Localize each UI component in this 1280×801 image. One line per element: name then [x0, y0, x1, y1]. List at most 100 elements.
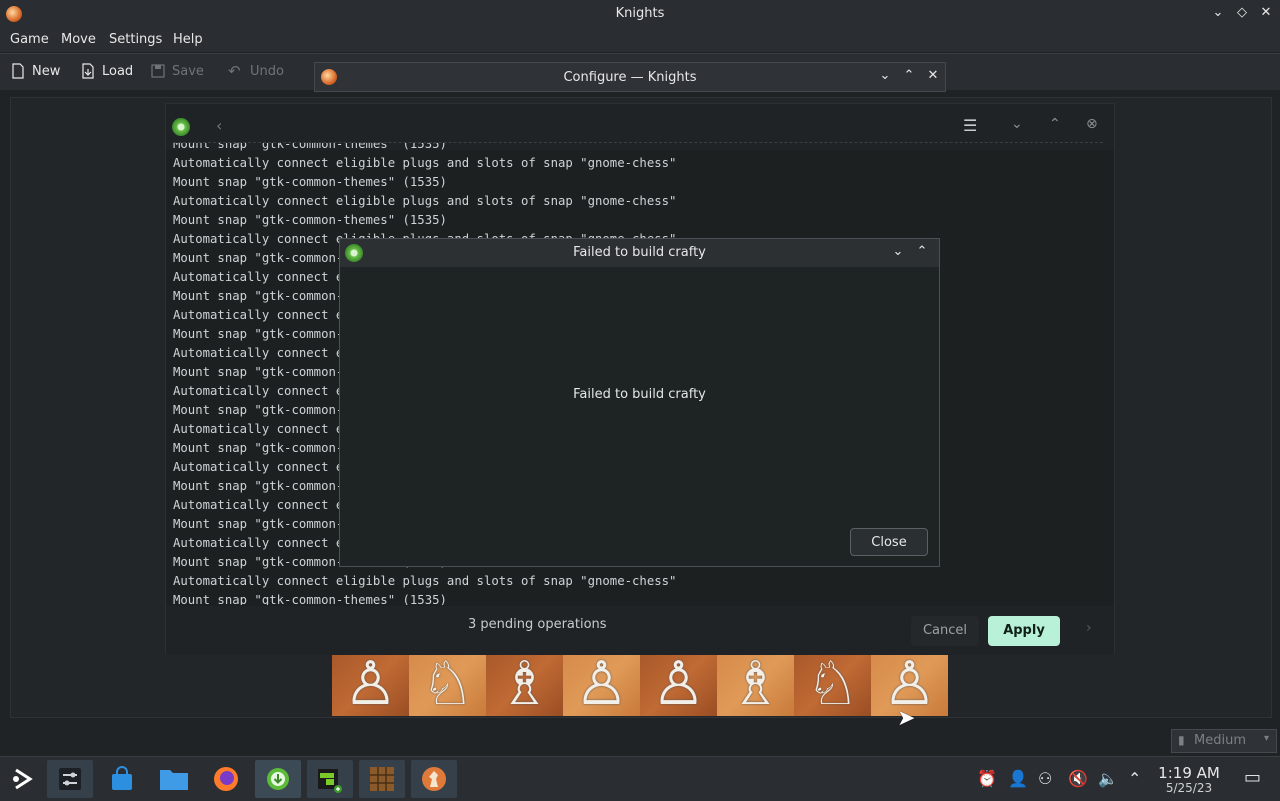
clock-date[interactable]: 5/25/23	[1153, 781, 1225, 795]
board-square[interactable]: ♘	[409, 652, 486, 716]
menu-help[interactable]: Help	[173, 32, 203, 47]
menu-bar: Game Move Settings Help	[0, 28, 1280, 52]
white-pawn-piece[interactable]: ♙	[652, 652, 706, 716]
block-game-icon	[318, 769, 342, 793]
minimize-icon[interactable]: ⌄	[877, 68, 893, 83]
apply-button[interactable]: Apply	[988, 616, 1060, 646]
pending-operations-label: 3 pending operations	[468, 617, 607, 632]
configure-window-title: Configure — Knights	[563, 70, 697, 85]
clock-time[interactable]: 1:19 AM	[1153, 764, 1225, 782]
back-arrow-icon[interactable]: ‹	[216, 116, 222, 135]
load-button[interactable]: Load	[80, 63, 133, 79]
board-square[interactable]: ♗	[486, 652, 563, 716]
taskbar: ⏰ 👤 ⚇ 🔇 🔈 ⌃ 1:19 AM 5/25/23 ▭	[0, 756, 1280, 801]
minimize-icon[interactable]: ⌄	[1011, 116, 1023, 132]
new-button[interactable]: New	[10, 63, 60, 79]
board-square[interactable]: ♙	[332, 652, 409, 716]
new-label: New	[32, 63, 61, 79]
close-icon[interactable]: ⊗	[1086, 116, 1098, 132]
knights-titlebar: Knights ⌄ ◇ ✕	[0, 0, 1280, 28]
white-bishop-piece[interactable]: ♗	[729, 652, 783, 716]
log-footer: 3 pending operations Cancel Apply ›	[166, 606, 1114, 655]
settings-sliders-icon	[59, 768, 81, 790]
white-knight-piece[interactable]: ♘	[806, 652, 860, 716]
undo-label: Undo	[250, 63, 284, 79]
configure-window-titlebar: Configure — Knights ⌄ ⌃ ✕	[314, 62, 946, 92]
show-desktop-icon[interactable]: ▭	[1244, 767, 1261, 788]
dialog-title: Failed to build crafty	[573, 245, 706, 260]
window-title: Knights	[615, 6, 665, 21]
crafting-table-icon	[370, 767, 394, 791]
save-icon	[151, 64, 165, 78]
taskbar-crafting-table[interactable]	[359, 760, 405, 798]
save-label: Save	[172, 63, 204, 79]
menu-move[interactable]: Move	[61, 32, 96, 47]
taskbar-discover-running[interactable]	[255, 760, 301, 798]
board-square[interactable]: ♗	[717, 652, 794, 716]
download-icon	[267, 768, 289, 790]
white-pawn-piece[interactable]: ♙	[344, 652, 398, 716]
log-line: Mount snap "gtk-common-themes" (1535)	[173, 142, 447, 151]
taskbar-knights[interactable]	[411, 760, 457, 798]
log-line: Mount snap "gtk-common-themes" (1535)	[173, 213, 447, 227]
taskbar-system-settings[interactable]	[47, 760, 93, 798]
log-line: Automatically connect eligible plugs and…	[173, 574, 677, 588]
menu-game[interactable]: Game	[10, 32, 49, 47]
menu-settings[interactable]: Settings	[109, 32, 162, 47]
board-square[interactable]: ♘	[794, 652, 871, 716]
board-square[interactable]: ♙	[563, 652, 640, 716]
new-document-icon	[12, 63, 24, 79]
hamburger-menu-icon[interactable]: ☰	[963, 116, 977, 135]
taskbar-firefox[interactable]	[203, 760, 249, 798]
chevron-up-icon[interactable]: ⌃	[1128, 769, 1141, 788]
notifications-bell-icon[interactable]: ⏰	[977, 769, 997, 788]
load-label: Load	[102, 63, 134, 79]
log-line: Mount snap "gtk-common-themes" (1535)	[173, 175, 447, 189]
launcher-icon	[13, 768, 33, 790]
maximize-icon[interactable]: ⌃	[914, 244, 930, 259]
volume-muted-icon[interactable]: 🔇	[1068, 769, 1088, 788]
minimize-icon[interactable]: ⌄	[890, 244, 906, 259]
close-icon[interactable]: ✕	[1258, 5, 1274, 20]
forward-arrow-icon[interactable]: ›	[1086, 620, 1092, 636]
shopping-bag-icon	[112, 766, 132, 790]
chevron-down-icon: ▾	[1264, 733, 1270, 744]
undo-icon: ↶	[228, 62, 241, 80]
knights-icon	[422, 767, 446, 791]
switch-user-icon[interactable]: ⚇	[1038, 769, 1052, 788]
close-button[interactable]: Close	[850, 528, 928, 556]
user-icon[interactable]: 👤	[1008, 769, 1028, 788]
minimize-icon[interactable]: ⌄	[1210, 5, 1226, 20]
chart-bars-icon: ▮	[1178, 733, 1185, 747]
cancel-button[interactable]: Cancel	[911, 616, 979, 646]
difficulty-select[interactable]: ▮ Medium ▾	[1171, 729, 1277, 753]
audio-device-icon[interactable]: 🔈	[1098, 769, 1118, 788]
white-bishop-piece[interactable]: ♗	[498, 652, 552, 716]
difficulty-value: Medium	[1194, 733, 1246, 748]
log-line: Mount snap "gtk-common-themes" (1535)	[173, 593, 447, 605]
mouse-cursor-icon: ➤	[897, 706, 916, 731]
discover-app-icon	[172, 118, 190, 136]
firefox-icon	[214, 767, 238, 791]
chess-board[interactable]: ♙ ♘ ♗ ♙ ♙ ♗ ♘ ♙	[332, 652, 948, 716]
maximize-icon[interactable]: ⌃	[1049, 116, 1061, 132]
save-button[interactable]: Save	[150, 63, 204, 79]
log-line: Automatically connect eligible plugs and…	[173, 156, 677, 170]
application-launcher[interactable]	[0, 760, 46, 798]
load-document-icon	[82, 63, 94, 79]
dialog-message: Failed to build crafty	[573, 387, 706, 402]
white-pawn-piece[interactable]: ♙	[575, 652, 629, 716]
board-square[interactable]: ♙	[640, 652, 717, 716]
taskbar-minecraft-like[interactable]	[307, 760, 353, 798]
log-line: Automatically connect eligible plugs and…	[173, 194, 677, 208]
folder-icon	[160, 770, 188, 790]
dialog-titlebar: Failed to build crafty ⌄ ⌃	[340, 239, 939, 267]
maximize-icon[interactable]: ⌃	[901, 68, 917, 83]
white-knight-piece[interactable]: ♘	[421, 652, 475, 716]
undo-button[interactable]: ↶ Undo	[228, 63, 284, 79]
taskbar-file-manager[interactable]	[151, 760, 197, 798]
taskbar-discover-store[interactable]	[99, 760, 145, 798]
keep-above-icon[interactable]: ◇	[1234, 5, 1250, 20]
error-dialog: Failed to build crafty ⌄ ⌃ Failed to bui…	[339, 238, 940, 567]
close-icon[interactable]: ✕	[925, 68, 941, 83]
